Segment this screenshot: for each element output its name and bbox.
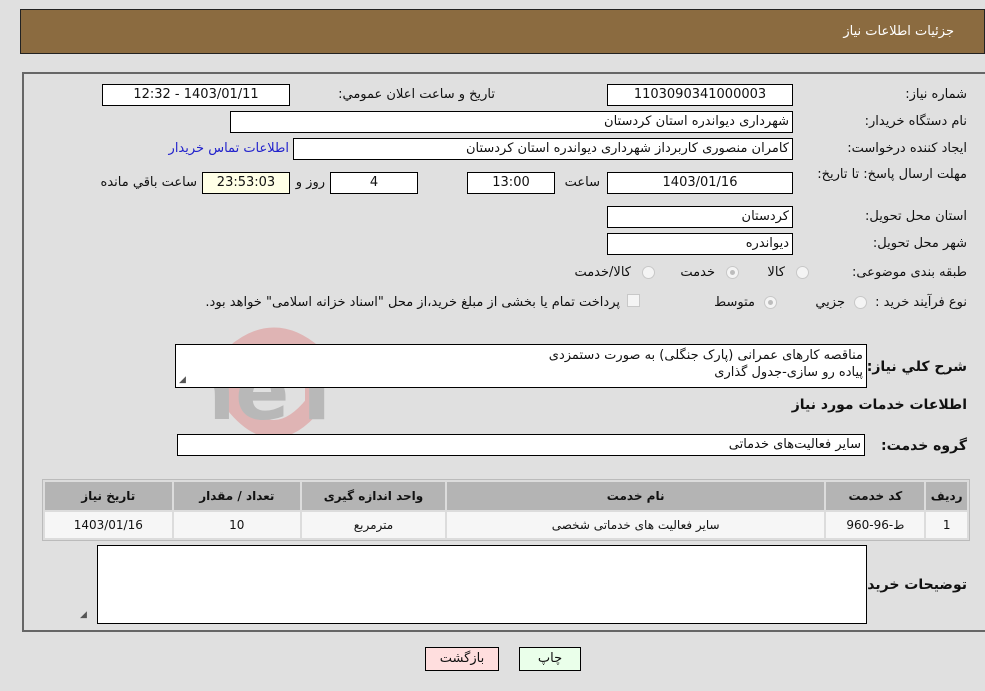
- days-label: روز و: [295, 175, 325, 190]
- col-header-service-code: کد خدمت: [826, 482, 925, 510]
- description-textarea[interactable]: مناقصه کارهای عمرانی (پارک جنگلی) به صور…: [175, 344, 867, 388]
- description-line-2: پیاده رو سازی-جدول گذاری: [714, 365, 863, 380]
- province-label: استان محل تحويل:: [865, 209, 967, 224]
- treasury-checkbox[interactable]: [627, 294, 640, 307]
- category-radio-goods-service[interactable]: [642, 266, 655, 279]
- buyer-notes-textarea[interactable]: [97, 545, 867, 624]
- deadline-date-field[interactable]: 1403/01/16: [607, 172, 793, 194]
- cell-service-code: ط-96-960: [826, 512, 925, 538]
- table-row: 1 ط-96-960 سایر فعالیت های خدماتی شخصی م…: [45, 512, 967, 538]
- print-button[interactable]: چاپ: [519, 647, 581, 671]
- col-header-quantity: تعداد / مقدار: [173, 482, 301, 510]
- deadline-time-field[interactable]: 13:00: [467, 172, 555, 194]
- services-section-title: اطلاعات خدمات مورد نياز: [791, 397, 967, 413]
- col-header-row-number: رديف: [926, 482, 967, 510]
- days-remaining-field[interactable]: 4: [330, 172, 418, 194]
- province-field[interactable]: کردستان: [607, 206, 793, 228]
- requester-field[interactable]: کامران منصوری کاربرداز شهرداری دیواندره …: [293, 138, 793, 160]
- purchase-medium-label: متوسط: [714, 295, 755, 310]
- table-header-row: رديف کد خدمت نام خدمت واحد اندازه گيری ت…: [45, 482, 967, 510]
- col-header-unit: واحد اندازه گيری: [302, 482, 445, 510]
- deadline-label: مهلت ارسال پاسخ: تا تاریخ:: [817, 167, 967, 182]
- time-remaining-field: 23:53:03: [202, 172, 290, 194]
- time-remaining-label: ساعت باقي مانده: [100, 175, 197, 190]
- services-table: رديف کد خدمت نام خدمت واحد اندازه گيری ت…: [42, 479, 970, 541]
- purchase-radio-medium[interactable]: [764, 296, 777, 309]
- category-radio-goods[interactable]: [796, 266, 809, 279]
- details-panel: AriaTender.neT شماره نیاز: 1103090341000…: [22, 72, 985, 632]
- treasury-checkbox-label: پرداخت تمام يا بخشی از مبلغ خريد،از محل …: [205, 295, 620, 310]
- purchase-radio-minor[interactable]: [854, 296, 867, 309]
- category-goods-label: کالا: [767, 265, 785, 280]
- back-button[interactable]: بازگشت: [425, 647, 499, 671]
- description-line-1: مناقصه کارهای عمرانی (پارک جنگلی) به صور…: [548, 348, 863, 363]
- cell-row-number: 1: [926, 512, 967, 538]
- buyer-org-field[interactable]: شهرداری دیواندره استان کردستان: [230, 111, 793, 133]
- cell-unit: مترمربع: [302, 512, 445, 538]
- city-label: شهر محل تحويل:: [872, 236, 967, 251]
- announce-datetime-field[interactable]: 1403/01/11 - 12:32: [102, 84, 290, 106]
- cell-quantity: 10: [173, 512, 301, 538]
- requester-label: ايجاد کننده درخواست:: [847, 141, 967, 156]
- buyer-contact-link[interactable]: اطلاعات تماس خريدار: [169, 141, 289, 156]
- category-radio-service[interactable]: [726, 266, 739, 279]
- category-label: طبقه بندی موضوعی:: [851, 265, 967, 280]
- need-number-field[interactable]: 1103090341000003: [607, 84, 793, 106]
- service-group-label: گروه خدمت:: [881, 438, 967, 454]
- col-header-need-date: تاريخ نياز: [45, 482, 172, 510]
- col-header-service-name: نام خدمت: [446, 482, 825, 510]
- category-goods-service-label: کالا/خدمت: [574, 265, 631, 280]
- resize-grip-icon[interactable]: ◢: [179, 375, 189, 385]
- city-field[interactable]: دیواندره: [607, 233, 793, 255]
- need-number-label: شماره نیاز:: [905, 87, 967, 102]
- service-group-field[interactable]: سایر فعالیت‌های خدماتی: [177, 434, 865, 456]
- deadline-time-label: ساعت: [564, 175, 600, 190]
- description-label: شرح کلي نياز:: [866, 359, 967, 375]
- buyer-org-label: نام دستگاه خريدار:: [864, 114, 967, 129]
- announce-datetime-label: تاريخ و ساعت اعلان عمومي:: [338, 87, 495, 102]
- category-service-label: خدمت: [680, 265, 715, 280]
- purchase-minor-label: جزيي: [815, 295, 845, 310]
- notes-resize-grip-icon[interactable]: ◢: [80, 610, 90, 620]
- page-header: جزئیات اطلاعات نیاز: [20, 9, 985, 54]
- cell-need-date: 1403/01/16: [45, 512, 172, 538]
- purchase-type-label: نوع فرآيند خريد :: [875, 295, 967, 310]
- cell-service-name: سایر فعالیت های خدماتی شخصی: [446, 512, 825, 538]
- page-title: جزئیات اطلاعات نیاز: [843, 24, 954, 39]
